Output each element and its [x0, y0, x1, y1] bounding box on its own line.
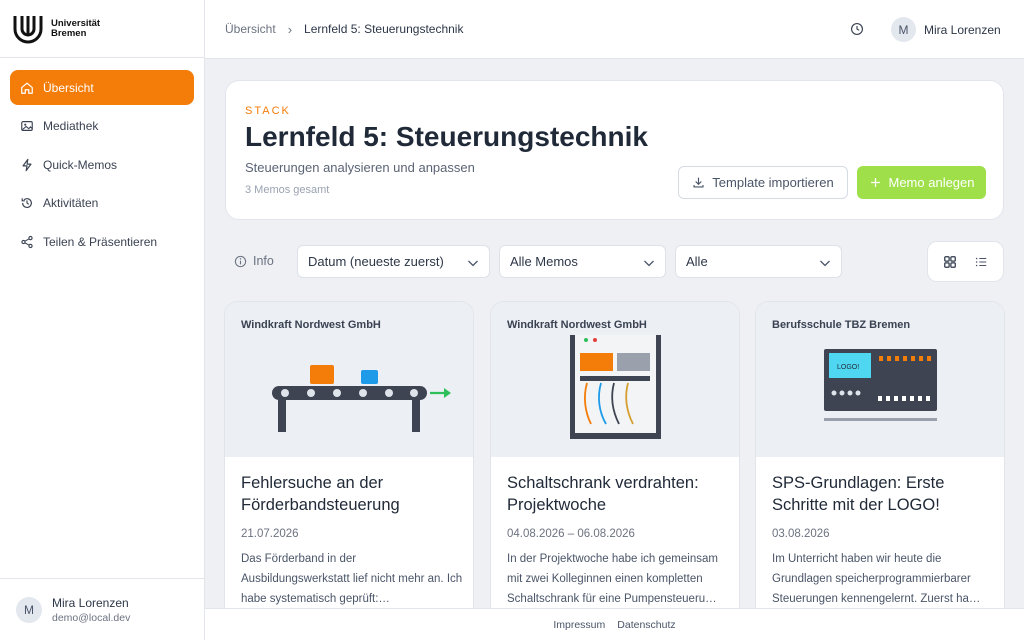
- stack-subtitle: Steuerungen analysieren und anpassen: [245, 160, 475, 175]
- sidebar-item-quick-memos[interactable]: Quick-Memos: [10, 147, 194, 182]
- list-icon: [976, 257, 987, 266]
- sidebar-item-label: Quick-Memos: [43, 157, 118, 172]
- conveyor-belt-illustration: [272, 365, 451, 432]
- avatar: M: [891, 17, 916, 42]
- grid-icon: [943, 255, 956, 268]
- stack-label: STACK: [245, 105, 291, 117]
- user-name: Mira Lorenzen: [52, 595, 129, 610]
- sidebar-nav: Übersicht Mediathek Quick-Memos Aktivitä…: [0, 58, 204, 259]
- user-email: demo@local.dev: [52, 611, 131, 624]
- impressum-link[interactable]: Impressum: [553, 619, 605, 631]
- history-icon: [21, 198, 32, 208]
- memo-card-date: 03.08.2026: [772, 528, 830, 540]
- images-icon: [21, 121, 33, 131]
- university-logo-mark-icon: [13, 15, 43, 43]
- memo-card-company: Windkraft Nordwest GmbH: [507, 319, 647, 331]
- memo-type-select-value: Alle Memos: [510, 254, 578, 269]
- memo-card-hero: Berufsschule TBZ Bremen LOGO!: [756, 302, 1004, 457]
- memo-card-excerpt: Das Förderband in der Ausbildungswerksta…: [241, 553, 463, 605]
- control-cabinet-illustration: [570, 335, 661, 439]
- university-name: Universität Bremen: [51, 17, 101, 39]
- sidebar-item-teilen[interactable]: Teilen & Präsentieren: [10, 224, 194, 259]
- memo-card-date: 04.08.2026 – 06.08.2026: [507, 528, 635, 540]
- memo-card[interactable]: Windkraft Nordwest GmbH Schaltschrank ve…: [490, 301, 740, 621]
- footer: Impressum Datenschutz: [205, 608, 1024, 640]
- sidebar-item-label: Mediathek: [43, 119, 99, 133]
- plus-icon: [870, 178, 880, 187]
- plc-logo-illustration: LOGO!: [824, 349, 937, 421]
- chevron-down-icon: [644, 260, 654, 267]
- clock-icon[interactable]: [850, 22, 864, 36]
- memo-count: 3 Memos gesamt: [245, 184, 330, 196]
- grid-view-button[interactable]: [937, 249, 963, 275]
- sidebar-item-uebersicht[interactable]: Übersicht: [10, 70, 194, 105]
- datenschutz-link[interactable]: Datenschutz: [617, 619, 675, 631]
- share-icon: [21, 235, 33, 248]
- breadcrumb-root[interactable]: Übersicht: [225, 22, 276, 36]
- chevron-down-icon: [468, 260, 478, 267]
- memo-card-title: SPS-Grundlagen: Erste Schritte mit der L…: [772, 474, 945, 514]
- download-icon: [693, 177, 704, 188]
- import-template-button[interactable]: Template importieren: [678, 166, 848, 199]
- university-logo[interactable]: Universität Bremen: [0, 0, 204, 58]
- sort-select-value: Datum (neueste zuerst): [308, 254, 444, 269]
- memo-card-title: Fehlersuche an der Förderbandsteuerung: [241, 474, 400, 514]
- new-memo-label: Memo anlegen: [888, 175, 975, 190]
- lightning-icon: [22, 158, 32, 171]
- home-icon: [21, 82, 33, 94]
- topbar: Übersicht › Lernfeld 5: Steuerungstechni…: [205, 0, 1024, 59]
- memo-card-date: 21.07.2026: [241, 528, 299, 540]
- university-name-line1: Universität: [51, 17, 101, 29]
- sidebar-item-mediathek[interactable]: Mediathek: [10, 109, 194, 144]
- memo-card-excerpt: In der Projektwoche habe ich gemeinsam m…: [507, 553, 718, 605]
- avatar: M: [16, 596, 42, 623]
- plc-display-text: LOGO!: [837, 364, 859, 371]
- chevron-down-icon: [820, 260, 830, 267]
- memo-card-excerpt: Im Unterricht haben wir heute die Grundl…: [772, 553, 981, 605]
- info-label: Info: [253, 254, 274, 268]
- sidebar-item-aktivitaeten[interactable]: Aktivitäten: [10, 186, 194, 221]
- info-icon: [234, 255, 247, 267]
- memo-card[interactable]: Berufsschule TBZ Bremen LOGO! SPS-Grundl…: [755, 301, 1005, 621]
- memo-card[interactable]: Windkraft Nordwest GmbH Fehlersuche an d…: [224, 301, 474, 621]
- breadcrumb-current: Lernfeld 5: Steuerungstechnik: [304, 22, 464, 36]
- import-template-label: Template importieren: [712, 175, 834, 190]
- topbar-user-name: Mira Lorenzen: [924, 22, 1001, 37]
- memo-card-hero: Windkraft Nordwest GmbH: [225, 302, 473, 457]
- scope-select-value: Alle: [686, 254, 708, 269]
- breadcrumb-separator: ›: [287, 21, 293, 37]
- university-name-line2: Bremen: [51, 27, 87, 39]
- sidebar-user-profile[interactable]: M Mira Lorenzen demo@local.dev: [0, 578, 205, 640]
- memo-type-select[interactable]: Alle Memos: [499, 245, 666, 278]
- sidebar-item-label: Aktivitäten: [43, 196, 99, 210]
- user-meta: Mira Lorenzen demo@local.dev: [52, 596, 130, 624]
- scope-select[interactable]: Alle: [675, 245, 842, 278]
- sidebar: Universität Bremen Übersicht Mediathek Q…: [0, 0, 205, 640]
- sort-select[interactable]: Datum (neueste zuerst): [297, 245, 490, 278]
- topbar-user-menu[interactable]: M Mira Lorenzen: [891, 17, 1001, 42]
- page-title: Lernfeld 5: Steuerungstechnik: [245, 121, 648, 152]
- stack-header-card: STACK Lernfeld 5: Steuerungstechnik Steu…: [225, 80, 1004, 220]
- view-toggle: [927, 241, 1004, 282]
- memo-card-hero: Windkraft Nordwest GmbH: [491, 302, 739, 457]
- list-view-button[interactable]: [968, 249, 994, 275]
- sidebar-item-label: Übersicht: [43, 80, 94, 95]
- memo-card-company: Windkraft Nordwest GmbH: [241, 319, 381, 331]
- sidebar-item-label: Teilen & Präsentieren: [43, 234, 158, 249]
- memo-card-title: Schaltschrank verdrahten: Projektwoche: [507, 474, 699, 514]
- new-memo-button[interactable]: Memo anlegen: [857, 166, 986, 199]
- memo-card-company: Berufsschule TBZ Bremen: [772, 319, 911, 331]
- info-button[interactable]: Info: [234, 254, 274, 268]
